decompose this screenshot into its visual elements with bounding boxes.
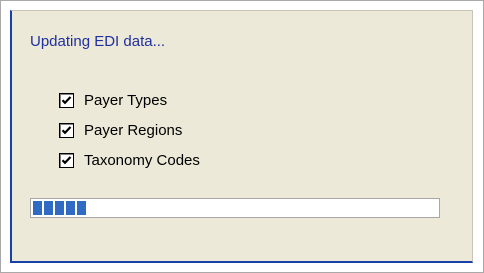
status-message: Updating EDI data...: [30, 33, 166, 50]
checklist-item-payer-regions[interactable]: Payer Regions: [59, 120, 182, 140]
progress-block: [33, 201, 42, 215]
checklist-item-taxonomy-codes[interactable]: Taxonomy Codes: [59, 150, 200, 170]
progress-block: [66, 201, 75, 215]
checkbox-payer-types[interactable]: [59, 92, 74, 108]
checkmark-icon: [61, 155, 72, 164]
progress-block: [44, 201, 53, 215]
checkbox-payer-regions[interactable]: [59, 122, 74, 138]
checkmark-icon: [61, 125, 72, 134]
checklist-label-payer-regions: Payer Regions: [84, 121, 183, 139]
checkmark-icon: [61, 95, 72, 104]
checkbox-taxonomy-codes[interactable]: [59, 152, 74, 168]
progress-block: [77, 201, 86, 215]
checklist-label-taxonomy-codes: Taxonomy Codes: [84, 151, 200, 169]
checklist-item-payer-types[interactable]: Payer Types: [59, 90, 167, 110]
progress-block: [55, 201, 64, 215]
progress-bar: [30, 198, 440, 218]
checklist-label-payer-types: Payer Types: [84, 91, 168, 109]
progress-bar-fill: [33, 201, 88, 215]
